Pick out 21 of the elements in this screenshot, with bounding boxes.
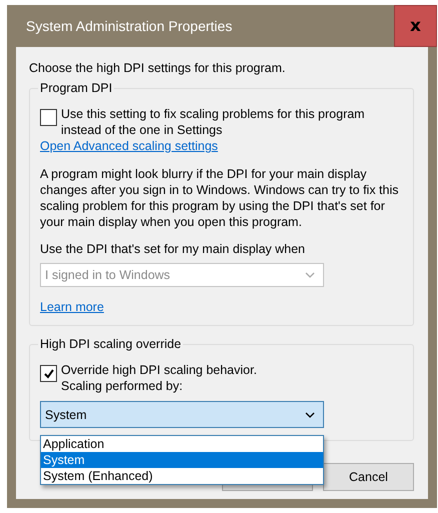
instruction-text: Choose the high DPI settings for this program. <box>29 61 286 75</box>
close-button[interactable]: x <box>394 5 437 47</box>
checkmark-icon <box>42 368 54 380</box>
group-title: Program DPI <box>38 81 114 95</box>
dropdown-option[interactable]: Application <box>41 436 323 452</box>
checkbox-label[interactable]: Use this setting to fix scaling problems for this program instead of the one in Settings <box>61 106 396 138</box>
cancel-button[interactable]: Cancel <box>323 463 414 491</box>
checkbox-label[interactable]: Override high DPI scaling behavior. Scaling performed by: <box>61 362 301 394</box>
learn-more-link[interactable]: Learn more <box>40 299 104 315</box>
combo-label: Use the DPI that's set for my main display when <box>40 242 305 256</box>
description-text: A program might look blurry if the DPI for your main display changes after you sign in to Windows. Windows can try to fix this scaling problem for this program by using the DPI that's set for your main display when you open this program. <box>40 166 400 230</box>
dropdown-option[interactable]: System (Enhanced) <box>41 468 323 484</box>
advanced-scaling-link[interactable]: Open Advanced scaling settings <box>40 138 218 154</box>
checkbox[interactable] <box>40 365 57 382</box>
dropdown-option[interactable]: System <box>41 452 323 468</box>
window-title: System Administration Properties <box>25 18 232 34</box>
checkbox[interactable] <box>40 109 57 126</box>
chevron-icon <box>305 412 315 418</box>
dropdown[interactable]: System <box>40 401 324 428</box>
chevron-icon <box>305 272 315 278</box>
group-title: High DPI scaling override <box>38 337 184 351</box>
